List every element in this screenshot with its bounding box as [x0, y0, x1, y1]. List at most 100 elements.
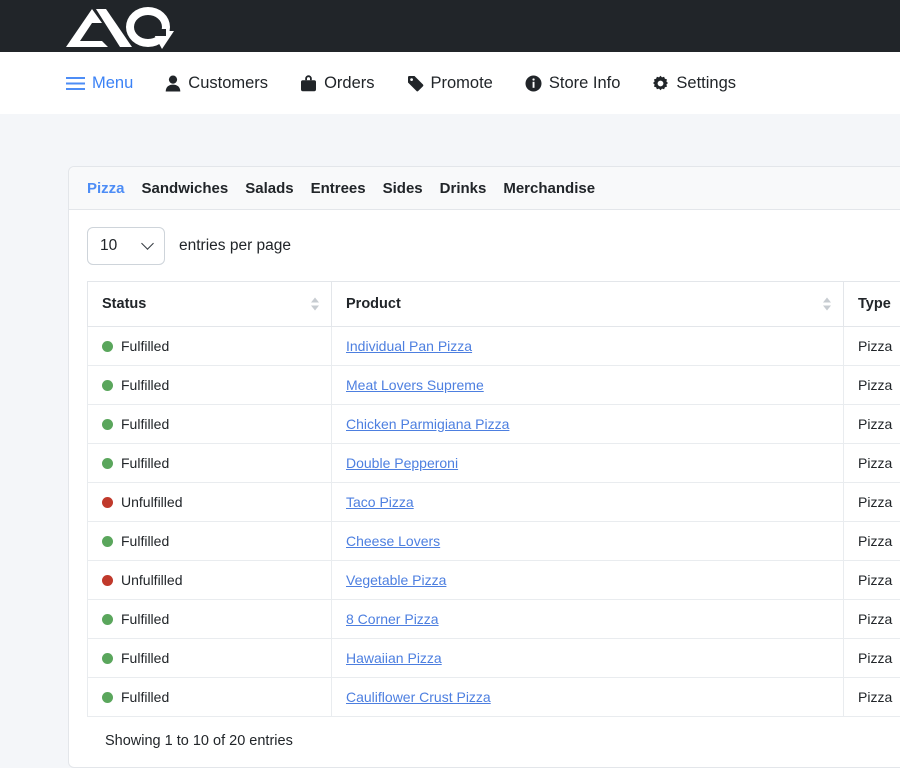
products-table: Status Product Type Fulfi [87, 281, 900, 717]
status-dot-green-icon [102, 614, 113, 625]
cell-product: Chicken Parmigiana Pizza [332, 405, 844, 444]
nav-item-menu[interactable]: Menu [66, 52, 133, 114]
cell-status: Fulfilled [88, 600, 332, 639]
status-label: Fulfilled [121, 689, 169, 705]
status-dot-green-icon [102, 341, 113, 352]
user-icon [165, 75, 181, 92]
table-row: Fulfilled 8 Corner Pizza Pizza [88, 600, 900, 639]
entries-per-page-row: 10 entries per page [87, 227, 900, 265]
product-link[interactable]: Cauliflower Crust Pizza [346, 689, 491, 705]
category-tab-entrees[interactable]: Entrees [311, 180, 366, 197]
status-label: Fulfilled [121, 455, 169, 471]
status-dot-green-icon [102, 653, 113, 664]
nav-item-store-info[interactable]: Store Info [525, 52, 621, 114]
info-circle-icon [525, 75, 542, 92]
status-label: Fulfilled [121, 650, 169, 666]
page-content: Pizza Sandwiches Salads Entrees Sides Dr… [0, 114, 900, 708]
cell-status: Fulfilled [88, 639, 332, 678]
column-label-status: Status [102, 296, 146, 312]
cell-status: Fulfilled [88, 366, 332, 405]
status-dot-red-icon [102, 497, 113, 508]
status-label: Fulfilled [121, 611, 169, 627]
status-dot-red-icon [102, 575, 113, 586]
nav-item-promote[interactable]: Promote [407, 52, 493, 114]
status-label: Fulfilled [121, 416, 169, 432]
product-link[interactable]: Meat Lovers Supreme [346, 377, 484, 393]
status-label: Fulfilled [121, 377, 169, 393]
table-row: Fulfilled Individual Pan Pizza Pizza [88, 327, 900, 366]
nav-label-store-promote: Promote [431, 74, 493, 93]
category-tab-sides[interactable]: Sides [383, 180, 423, 197]
category-tab-merchandise[interactable]: Merchandise [503, 180, 595, 197]
cell-product: Cauliflower Crust Pizza [332, 678, 844, 717]
main-navbar: Menu Customers Orders [0, 52, 900, 114]
cell-status: Unfulfilled [88, 483, 332, 522]
product-link[interactable]: 8 Corner Pizza [346, 611, 439, 627]
column-header-status[interactable]: Status [88, 282, 332, 327]
product-link[interactable]: Hawaiian Pizza [346, 650, 442, 666]
top-bar [0, 0, 900, 52]
product-link[interactable]: Cheese Lovers [346, 533, 440, 549]
category-tab-drinks[interactable]: Drinks [440, 180, 487, 197]
table-row: Fulfilled Meat Lovers Supreme Pizza [88, 366, 900, 405]
cell-product: Taco Pizza [332, 483, 844, 522]
table-header-row: Status Product Type [88, 282, 900, 327]
column-label-product: Product [346, 296, 401, 312]
table-info: Showing 1 to 10 of 20 entries [87, 717, 900, 767]
column-header-type[interactable]: Type [844, 282, 900, 327]
hamburger-icon [66, 76, 85, 91]
table-row: Unfulfilled Vegetable Pizza Pizza [88, 561, 900, 600]
table-row: Fulfilled Double Pepperoni Pizza [88, 444, 900, 483]
sort-icon-status[interactable] [311, 298, 319, 311]
status-label: Fulfilled [121, 533, 169, 549]
nav-label-settings: Settings [676, 74, 736, 93]
category-tab-salads[interactable]: Salads [245, 180, 293, 197]
status-dot-green-icon [102, 419, 113, 430]
product-link[interactable]: Vegetable Pizza [346, 572, 446, 588]
nav-label-store-info: Store Info [549, 74, 621, 93]
cell-product: Hawaiian Pizza [332, 639, 844, 678]
column-label-type: Type [858, 296, 891, 312]
products-card: Pizza Sandwiches Salads Entrees Sides Dr… [68, 166, 900, 768]
cell-product: 8 Corner Pizza [332, 600, 844, 639]
cell-type: Pizza [844, 366, 900, 405]
table-row: Fulfilled Hawaiian Pizza Pizza [88, 639, 900, 678]
table-row: Fulfilled Chicken Parmigiana Pizza Pizza [88, 405, 900, 444]
table-body: FulfilledIndividual Pan PizzaPizzaFulfil… [88, 327, 900, 717]
cell-type: Pizza [844, 444, 900, 483]
cell-type: Pizza [844, 327, 900, 366]
nav-label-customers: Customers [188, 74, 268, 93]
nav-item-orders[interactable]: Orders [300, 52, 374, 114]
cell-status: Unfulfilled [88, 561, 332, 600]
cell-type: Pizza [844, 405, 900, 444]
entries-per-page-label: entries per page [179, 237, 291, 255]
status-label: Fulfilled [121, 338, 169, 354]
entries-per-page-select[interactable]: 10 [87, 227, 165, 265]
table-row: Unfulfilled Taco Pizza Pizza [88, 483, 900, 522]
cell-product: Double Pepperoni [332, 444, 844, 483]
cell-type: Pizza [844, 483, 900, 522]
category-tabs: Pizza Sandwiches Salads Entrees Sides Dr… [69, 167, 900, 210]
cell-type: Pizza [844, 639, 900, 678]
product-link[interactable]: Taco Pizza [346, 494, 414, 510]
nav-item-customers[interactable]: Customers [165, 52, 268, 114]
cell-type: Pizza [844, 600, 900, 639]
nav-label-menu: Menu [92, 74, 133, 93]
cell-status: Fulfilled [88, 405, 332, 444]
column-header-product[interactable]: Product [332, 282, 844, 327]
table-row: FulfilledCauliflower Crust PizzaPizza [88, 678, 900, 717]
cell-product: Vegetable Pizza [332, 561, 844, 600]
product-link[interactable]: Chicken Parmigiana Pizza [346, 416, 509, 432]
category-tab-pizza[interactable]: Pizza [87, 180, 125, 197]
table-head: Status Product Type [88, 282, 900, 327]
product-link[interactable]: Double Pepperoni [346, 455, 458, 471]
nav-item-settings[interactable]: Settings [652, 52, 736, 114]
products-table-wrap[interactable]: Status Product Type Fulfi [87, 281, 900, 717]
sort-icon-product[interactable] [823, 298, 831, 311]
status-label: Unfulfilled [121, 572, 182, 588]
status-dot-green-icon [102, 692, 113, 703]
cell-type: Pizza [844, 561, 900, 600]
product-link[interactable]: Individual Pan Pizza [346, 338, 472, 354]
category-tab-sandwiches[interactable]: Sandwiches [142, 180, 229, 197]
brand-logo[interactable] [62, 3, 182, 49]
